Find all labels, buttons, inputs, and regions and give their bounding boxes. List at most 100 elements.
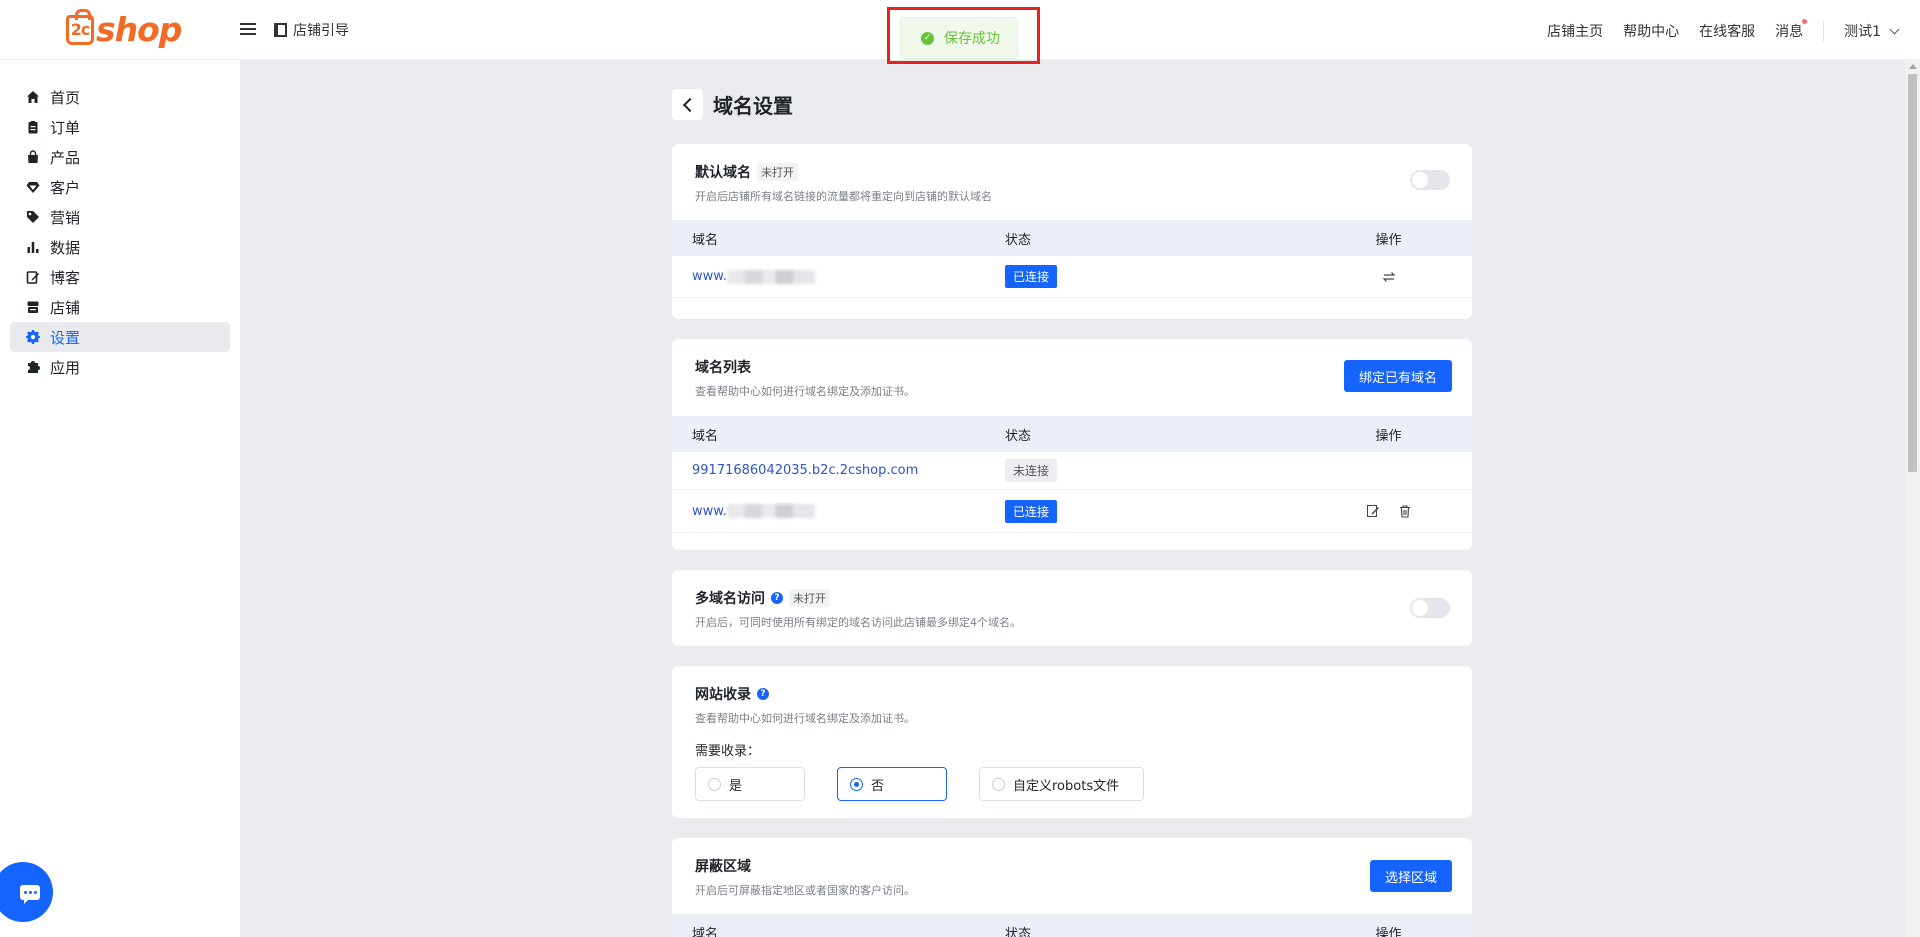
gem-icon <box>26 180 40 194</box>
radio-yes[interactable]: 是 <box>695 767 805 801</box>
block-region-card: 屏蔽区域 开启后可屏蔽指定地区或者国家的客户访问。 选择区域 域名 状态 操作 <box>672 838 1472 937</box>
card-title: 屏蔽区域 <box>695 856 1450 876</box>
radio-label: 否 <box>871 778 885 794</box>
page-title: 域名设置 <box>713 94 793 118</box>
store-icon <box>26 300 40 314</box>
messages-label: 消息 <box>1775 24 1804 40</box>
page-header: 域名设置 <box>672 89 793 120</box>
bind-domain-button[interactable]: 绑定已有域名 <box>1343 360 1452 392</box>
card-header: 多域名访问 ? 未打开 开启后，可同时使用所有绑定的域名访问此店铺最多绑定4个域… <box>672 570 1472 630</box>
sidebar-item-label: 客户 <box>50 178 81 197</box>
card-title: 默认域名 未打开 <box>695 162 1450 182</box>
sidebar-item-label: 博客 <box>50 268 81 287</box>
multi-domain-switch[interactable] <box>1410 598 1450 618</box>
scroll-up-icon[interactable] <box>1909 64 1917 69</box>
status-tag: 未打开 <box>757 163 798 181</box>
sidebar-item-data[interactable]: 数据 <box>10 232 230 262</box>
domain-link[interactable]: 99171686042035.b2c.2cshop.com <box>692 463 918 478</box>
multi-domain-card: 多域名访问 ? 未打开 开启后，可同时使用所有绑定的域名访问此店铺最多绑定4个域… <box>672 570 1472 646</box>
store-home-link[interactable]: 店铺主页 <box>1547 21 1603 41</box>
sidebar-item-settings[interactable]: 设置 <box>10 322 230 352</box>
card-header: 默认域名 未打开 开启后店铺所有域名链接的流量都将重定向到店铺的默认域名 <box>672 144 1472 204</box>
status-badge: 未连接 <box>1005 459 1058 482</box>
sidebar-item-home[interactable]: 首页 <box>10 82 230 112</box>
main-area: 域名设置 默认域名 未打开 开启后店铺所有域名链接的流量都将重定向到店铺的默认域… <box>240 60 1905 937</box>
card-description: 查看帮助中心如何进行域名绑定及添加证书。 <box>695 712 915 725</box>
radio-circle-icon <box>708 777 721 791</box>
card-description: 查看帮助中心如何进行域名绑定及添加证书。 <box>695 385 915 398</box>
column-header-status: 状态 <box>1005 232 1032 248</box>
domain-list-card: 域名列表 查看帮助中心如何进行域名绑定及添加证书。 绑定已有域名 域名 状态 操… <box>672 339 1472 550</box>
sidebar-item-label: 应用 <box>50 358 81 377</box>
edit-icon[interactable] <box>1366 504 1380 518</box>
help-center-link[interactable]: 帮助中心 <box>1623 21 1679 41</box>
menu-toggle-icon[interactable] <box>240 20 256 36</box>
sidebar-item-orders[interactable]: 订单 <box>10 112 230 142</box>
card-header: 网站收录 ? 查看帮助中心如何进行域名绑定及添加证书。 <box>672 666 1472 726</box>
online-support-link[interactable]: 在线客服 <box>1699 21 1755 41</box>
table-header: 域名 状态 操作 <box>672 416 1472 452</box>
card-title: 域名列表 <box>695 357 1450 377</box>
radio-label: 是 <box>729 778 743 794</box>
actions-cell <box>1345 270 1472 284</box>
sidebar-item-label: 设置 <box>50 328 81 347</box>
back-button[interactable] <box>672 89 703 120</box>
table-row: www. 已连接 <box>672 256 1472 298</box>
sidebar-item-products[interactable]: 产品 <box>10 142 230 172</box>
logo-text: shop <box>96 10 182 49</box>
user-name: 测试1 <box>1844 24 1881 40</box>
sidebar-item-label: 首页 <box>50 88 81 107</box>
domain-cell: 99171686042035.b2c.2cshop.com <box>672 463 1005 478</box>
unread-dot-icon <box>1802 19 1808 24</box>
sidebar-item-apps[interactable]: 应用 <box>10 352 230 382</box>
gear-icon <box>26 330 40 344</box>
sidebar-item-blog[interactable]: 博客 <box>10 262 230 292</box>
logo-bag-icon: 2c <box>66 8 94 45</box>
default-domain-switch[interactable] <box>1410 170 1450 190</box>
scrollbar-thumb[interactable] <box>1908 74 1917 472</box>
indexing-label: 需要收录： <box>695 744 761 759</box>
status-badge: 已连接 <box>1005 499 1058 523</box>
radio-custom-robots[interactable]: 自定义robots文件 <box>979 767 1144 801</box>
tag-icon <box>26 210 40 224</box>
help-icon[interactable]: ? <box>771 592 783 604</box>
radio-no[interactable]: 否 <box>837 767 947 801</box>
scrollbar[interactable] <box>1905 60 1920 937</box>
domain-link[interactable]: www. <box>692 504 727 519</box>
indexing-radio-group: 是 否 自定义robots文件 <box>695 767 1472 801</box>
logo[interactable]: 2c shop <box>66 8 182 49</box>
sidebar-item-label: 数据 <box>50 238 81 257</box>
status-cell: 未连接 <box>1005 459 1345 482</box>
switch-icon[interactable] <box>1382 270 1396 284</box>
card-title: 网站收录 ? <box>695 684 1450 704</box>
card-description: 开启后，可同时使用所有绑定的域名访问此店铺最多绑定4个域名。 <box>695 616 1021 629</box>
status-cell: 已连接 <box>1005 265 1345 288</box>
status-cell: 已连接 <box>1005 499 1345 523</box>
column-header-domain: 域名 <box>692 428 719 444</box>
domain-link[interactable]: www. <box>692 269 727 284</box>
sidebar-item-customers[interactable]: 客户 <box>10 172 230 202</box>
messages-link[interactable]: 消息 <box>1775 19 1808 41</box>
radio-circle-icon <box>850 777 863 791</box>
store-guide-link[interactable]: 店铺引导 <box>274 20 349 40</box>
table-header: 域名 状态 操作 <box>672 220 1472 256</box>
default-domain-card: 默认域名 未打开 开启后店铺所有域名链接的流量都将重定向到店铺的默认域名 域名 … <box>672 144 1472 319</box>
help-icon[interactable]: ? <box>757 688 769 700</box>
redacted-domain <box>726 504 815 518</box>
column-header-status: 状态 <box>1005 428 1032 444</box>
divider <box>1823 20 1825 42</box>
select-region-button[interactable]: 选择区域 <box>1369 860 1452 892</box>
bar-chart-icon <box>26 240 40 254</box>
chat-icon <box>20 884 40 904</box>
sidebar-item-store[interactable]: 店铺 <box>10 292 230 322</box>
multi-domain-title: 多域名访问 <box>695 591 765 607</box>
clipboard-icon <box>26 120 40 134</box>
actions-cell <box>1345 504 1472 518</box>
user-menu[interactable]: 测试1 <box>1844 21 1900 41</box>
sidebar-item-marketing[interactable]: 营销 <box>10 202 230 232</box>
indexing-card: 网站收录 ? 查看帮助中心如何进行域名绑定及添加证书。 需要收录： 是 否 自定… <box>672 666 1472 818</box>
bag-icon <box>26 150 40 164</box>
trash-icon[interactable] <box>1398 504 1412 518</box>
status-badge: 已连接 <box>1005 265 1058 288</box>
column-header-domain: 域名 <box>692 926 719 937</box>
